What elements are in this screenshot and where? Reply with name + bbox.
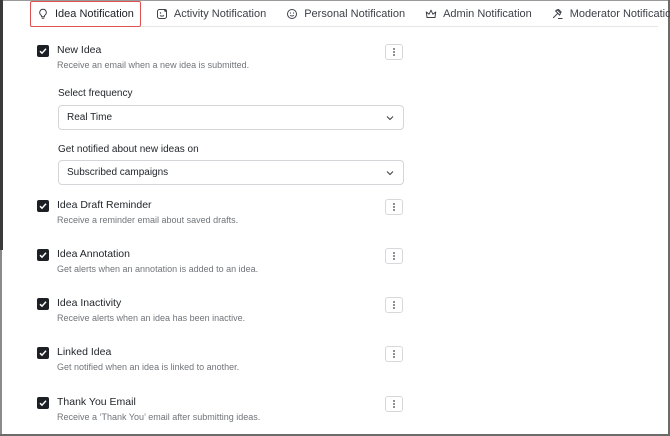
notification-description: Get alerts when an annotation is added t… [57,264,259,274]
scope-select[interactable]: Subscribed campaigns [58,160,404,185]
notification-description: Receive alerts when an idea has been ina… [57,313,246,323]
tab-label: Admin Notification [443,7,532,20]
notification-title: New Idea [57,44,102,56]
notification-description: Get notified when an idea is linked to a… [57,362,240,372]
tab-idea-notification[interactable]: Idea Notification [30,1,141,27]
chevron-down-icon [385,168,395,178]
tab-label: Personal Notification [304,7,406,20]
kebab-icon [393,400,395,408]
checkbox[interactable] [37,249,49,261]
more-options-button[interactable] [385,396,403,412]
more-options-button[interactable] [385,297,403,313]
kebab-icon [393,350,395,358]
tab-moderator-notification[interactable]: Moderator Notification [547,1,670,26]
tab-label: Activity Notification [173,7,267,20]
checkbox[interactable] [37,45,49,57]
more-options-button[interactable] [385,346,403,362]
notification-title: Idea Draft Reminder [57,199,152,211]
checkbox[interactable] [37,397,49,409]
checkbox[interactable] [37,347,49,359]
notification-tabs: Idea Notification Activity Notification … [30,0,670,27]
tab-label: Idea Notification [55,8,134,20]
kebab-icon [393,301,395,309]
lightbulb-icon [37,8,49,20]
tab-admin-notification[interactable]: Admin Notification [420,1,537,26]
notification-description: Receive a reminder email about saved dra… [57,215,239,225]
checkbox[interactable] [37,298,49,310]
frame-shadow [0,0,3,250]
kebab-icon [393,252,395,260]
chevron-down-icon [385,113,395,123]
notification-description: Receive a ‘Thank You’ email after submit… [57,412,261,422]
more-options-button[interactable] [385,199,403,215]
more-options-button[interactable] [385,248,403,264]
activity-icon [156,8,168,20]
frequency-value: Real Time [67,112,113,123]
notification-title: Idea Inactivity [57,297,122,309]
frequency-label: Select frequency [58,88,133,99]
kebab-icon [393,203,395,211]
frequency-select[interactable]: Real Time [58,105,404,130]
notification-description: Receive an email when a new idea is subm… [57,60,250,70]
face-icon [286,8,298,20]
kebab-icon [393,48,395,56]
scope-label: Get notified about new ideas on [58,144,199,155]
tab-personal-notification[interactable]: Personal Notification [281,1,410,26]
notification-title: Linked Idea [57,346,112,358]
notification-title: Thank You Email [57,396,136,408]
scope-value: Subscribed campaigns [67,167,169,178]
tab-label: Moderator Notification [569,7,670,20]
notification-title: Idea Annotation [57,248,130,260]
crown-icon [425,8,437,20]
gavel-icon [552,8,564,20]
more-options-button[interactable] [385,44,403,60]
checkbox[interactable] [37,200,49,212]
tab-activity-notification[interactable]: Activity Notification [151,1,271,26]
